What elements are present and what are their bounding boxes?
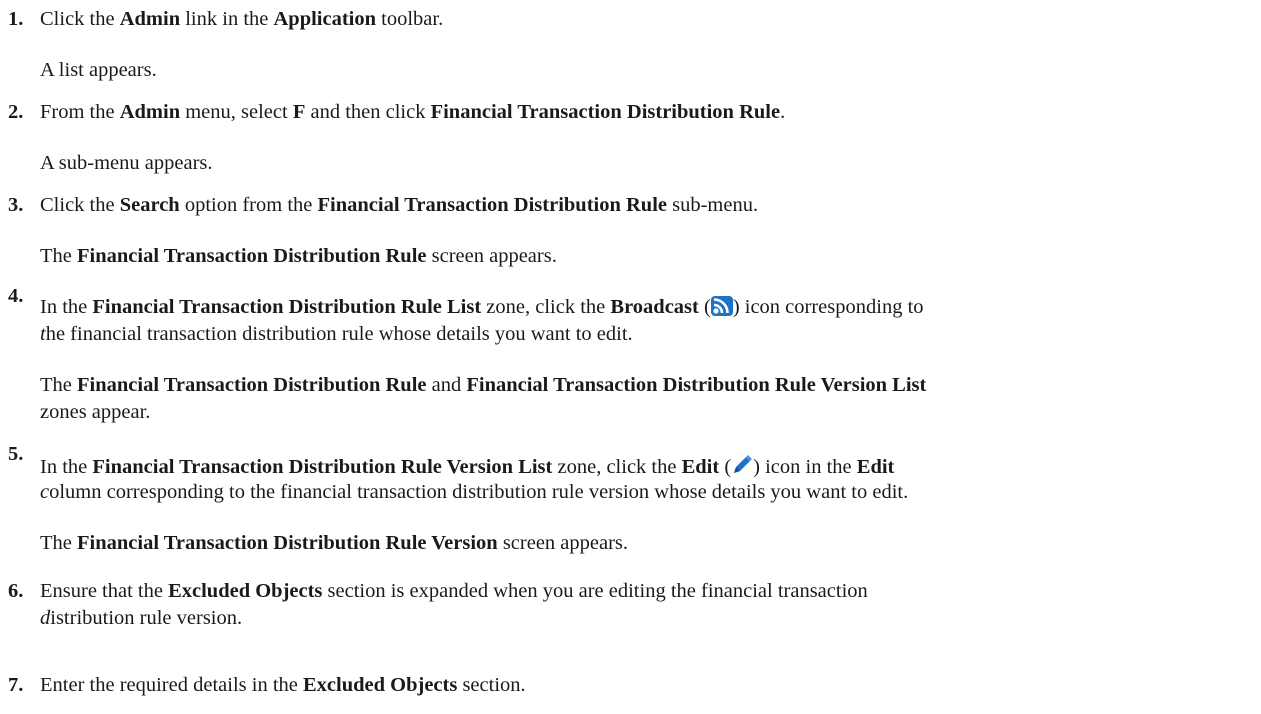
- step-number: 7.: [8, 674, 24, 696]
- step-result: The Financial Transaction Distribution R…: [40, 532, 629, 554]
- edit-pencil-icon: [731, 454, 753, 482]
- step-number: 6.: [8, 580, 24, 602]
- step-text-line-2: the financial transaction distribution r…: [40, 323, 633, 345]
- broadcast-icon: [710, 296, 733, 322]
- step-number: 4.: [8, 285, 24, 307]
- step-text-line-1: In the Financial Transaction Distributio…: [40, 454, 894, 482]
- step-number: 3.: [8, 194, 24, 216]
- step-text-line-2: distribution rule version.: [40, 607, 243, 629]
- step-text-line-2: column corresponding to the financial tr…: [40, 481, 909, 503]
- step-text: Enter the required details in the Exclud…: [40, 674, 526, 696]
- step-result-line-1: The Financial Transaction Distribution R…: [40, 374, 927, 396]
- step-result-line-2: zones appear.: [40, 401, 151, 423]
- step-text: Click the Search option from the Financi…: [40, 194, 759, 216]
- step-number: 5.: [8, 443, 24, 465]
- step-number: 2.: [8, 101, 24, 123]
- step-result: The Financial Transaction Distribution R…: [40, 245, 557, 267]
- step-result: A sub-menu appears.: [40, 152, 213, 174]
- step-result: A list appears.: [40, 59, 157, 81]
- step-text-line-1: In the Financial Transaction Distributio…: [40, 296, 924, 322]
- step-text: Click the Admin link in the Application …: [40, 8, 444, 30]
- step-number: 1.: [8, 8, 24, 30]
- step-text-line-1: Ensure that the Excluded Objects section…: [40, 580, 868, 602]
- step-text: From the Admin menu, select F and then c…: [40, 101, 786, 123]
